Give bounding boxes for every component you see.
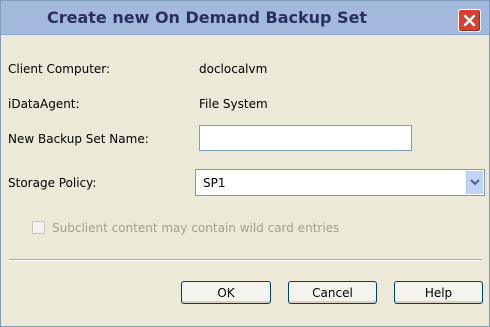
close-button[interactable] (458, 9, 481, 32)
divider (9, 259, 482, 261)
help-button[interactable]: Help (394, 281, 483, 304)
backup-set-name-label: New Backup Set Name: (8, 132, 149, 146)
create-backup-set-dialog: Create new On Demand Backup Set Client C… (0, 0, 490, 327)
idataagent-value: File System (199, 97, 268, 111)
title-bar[interactable]: Create new On Demand Backup Set (1, 1, 489, 35)
storage-policy-value: SP1 (203, 176, 226, 190)
storage-policy-label: Storage Policy: (8, 176, 97, 190)
storage-policy-select[interactable]: SP1 (195, 169, 485, 196)
dialog-title: Create new On Demand Backup Set (47, 8, 368, 27)
ok-button[interactable]: OK (181, 281, 271, 304)
wildcard-checkbox-label: Subclient content may contain wild card … (52, 221, 340, 235)
wildcard-checkbox (32, 221, 45, 234)
client-computer-label: Client Computer: (8, 62, 111, 76)
client-computer-value: doclocalvm (199, 62, 268, 76)
cancel-button[interactable]: Cancel (288, 281, 377, 304)
idataagent-label: iDataAgent: (8, 97, 80, 111)
storage-policy-dropdown-button[interactable] (466, 171, 483, 194)
backup-set-name-input[interactable] (199, 125, 412, 151)
